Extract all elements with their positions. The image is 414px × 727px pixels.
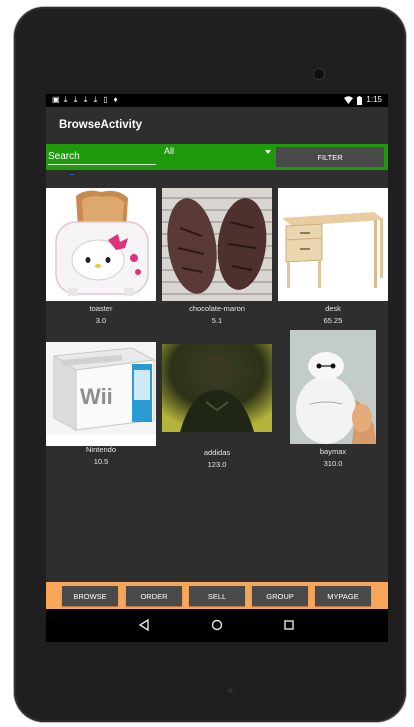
mypage-button[interactable]: MYPAGE [315,586,371,606]
wii-logo-text: Wii [80,384,113,409]
status-right: 1:15 [344,95,382,105]
filter-bar: All FILTER [46,144,388,170]
product-name: baymax [319,447,347,456]
product-price: 10.5 [93,457,109,466]
product-price: 310.0 [323,459,343,468]
back-icon[interactable] [136,617,152,633]
order-button[interactable]: ORDER [126,586,182,606]
dropdown-caret-icon [265,150,271,154]
bread-image [162,188,272,301]
toaster-image [46,188,156,301]
baymax-image [290,330,376,444]
status-time: 1:15 [366,95,382,104]
status-bar: ▣ ⤓ ⤓ ⤓ ⤓ ▯ ♦ 1:15 [46,94,388,107]
product-price: 3.0 [95,316,107,325]
location-icon: ♦ [113,95,118,104]
bottom-navigation: BROWSE ORDER SELL GROUP MYPAGE [46,582,388,609]
product-image [46,188,156,301]
product-name: chocolate-maron [189,304,245,313]
system-navigation-bar [46,609,388,642]
product-item-chocolate-maron[interactable]: chocolate-maron 5.1 [162,188,272,325]
category-value: All [164,146,175,156]
product-price: 123.0 [207,460,227,469]
battery-icon [357,95,363,105]
scroll-indicator [70,174,74,175]
product-name: desk [325,304,341,313]
product-item-desk[interactable]: desk 65.25 [278,188,388,325]
product-image [162,188,272,301]
group-button[interactable]: GROUP [252,586,308,606]
desk-image [278,188,388,301]
device-screen: ▣ ⤓ ⤓ ⤓ ⤓ ▯ ♦ 1:15 BrowseActivity All FI… [46,94,388,642]
product-item-toaster[interactable]: toaster 3.0 [46,188,156,325]
wifi-icon [344,96,354,104]
recents-icon[interactable] [281,617,297,633]
product-name: toaster [89,304,113,313]
image-icon: ▣ [52,95,60,104]
home-icon[interactable] [209,617,225,633]
product-item-nintendo[interactable]: Wii Nintendo 10.5 [46,330,156,466]
product-item-addidas[interactable]: addidas 123.0 [162,330,272,469]
product-image: Wii [46,342,156,446]
wii-box-image: Wii [46,342,156,434]
search-input[interactable] [48,149,156,165]
download-icon: ⤓ [73,95,78,104]
product-item-baymax[interactable]: baymax 310.0 [278,330,388,468]
shirt-photo-image [162,344,272,432]
sell-button[interactable]: SELL [189,586,245,606]
download-icon: ⤓ [63,95,68,104]
sd-card-icon: ▯ [103,95,108,104]
front-camera [314,69,324,79]
sensor-dot [228,688,233,693]
action-bar: BrowseActivity [46,107,388,145]
category-dropdown[interactable]: All [163,146,271,162]
product-name: addidas [203,448,231,457]
download-icon: ⤓ [83,95,88,104]
product-image [290,330,376,444]
product-price: 65.25 [323,316,343,325]
product-image [278,188,388,301]
download-icon: ⤓ [93,95,98,104]
product-image [162,344,272,432]
notification-icons: ▣ ⤓ ⤓ ⤓ ⤓ ▯ ♦ [52,95,119,104]
browse-button[interactable]: BROWSE [62,586,118,606]
product-price: 5.1 [211,316,223,325]
filter-button[interactable]: FILTER [276,147,384,167]
activity-title: BrowseActivity [59,119,143,131]
product-name: Nintendo [85,445,117,454]
